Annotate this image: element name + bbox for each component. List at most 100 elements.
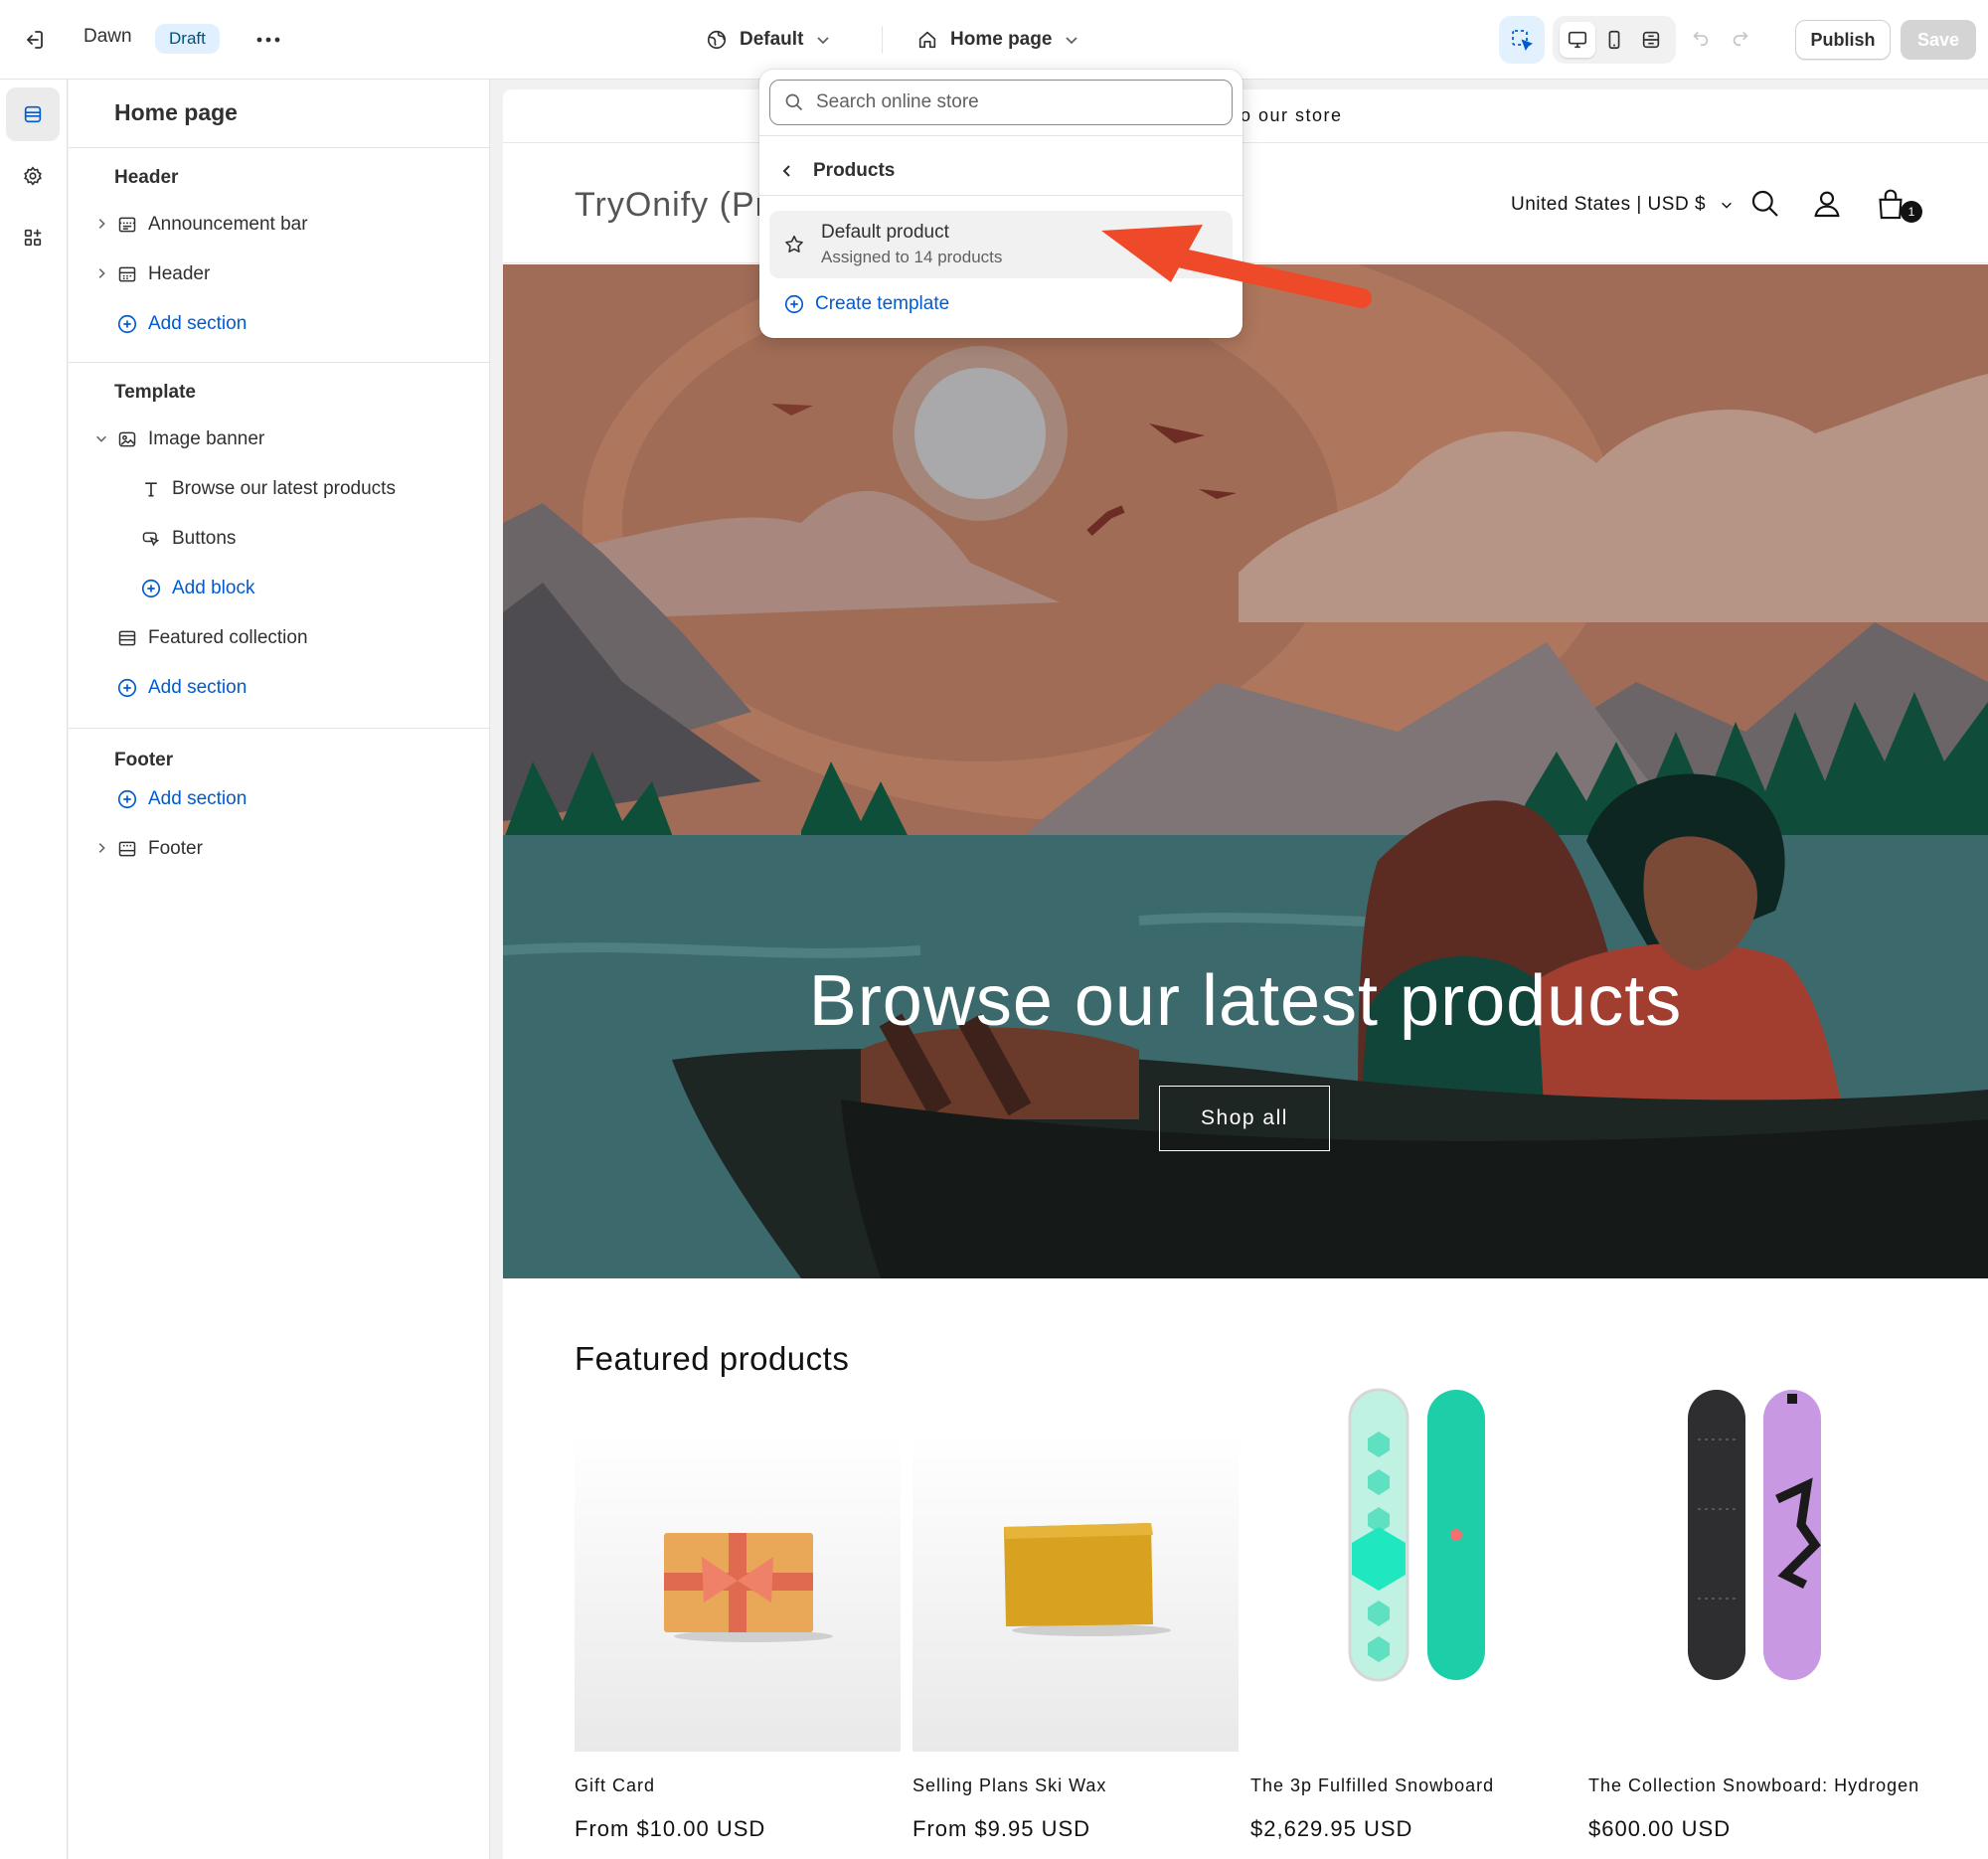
page-select[interactable]: Home page xyxy=(916,22,1079,58)
store-preview: o our store TryOnify (Pro United States … xyxy=(503,89,1988,1859)
topbar-divider xyxy=(882,26,883,54)
product-name[interactable]: Gift Card xyxy=(575,1775,901,1796)
more-actions-button[interactable] xyxy=(250,22,286,58)
ski-wax-image xyxy=(912,1436,1239,1752)
product-image[interactable] xyxy=(575,1436,901,1752)
theme-variant-select[interactable]: Default xyxy=(706,22,831,58)
block-label: Browse our latest products xyxy=(172,478,396,499)
chevron-down-icon[interactable] xyxy=(94,431,108,445)
product-card[interactable]: Gift Card From $10.00 USD xyxy=(575,1436,901,1842)
ellipsis-icon xyxy=(256,37,280,43)
cart-count-badge: 1 xyxy=(1901,201,1922,223)
add-section-button-header[interactable]: Add section xyxy=(116,304,247,344)
inspector-toggle[interactable] xyxy=(1499,16,1545,64)
header-section-icon xyxy=(116,263,138,285)
undo-icon[interactable] xyxy=(1690,26,1712,48)
history-controls xyxy=(1690,26,1751,48)
add-section-label: Add section xyxy=(148,313,248,334)
locale-label: United States | USD $ xyxy=(1511,194,1707,215)
add-block-label: Add block xyxy=(172,578,255,598)
product-name[interactable]: Selling Plans Ski Wax xyxy=(912,1775,1239,1796)
save-button[interactable]: Save xyxy=(1901,20,1976,60)
snowboard-image xyxy=(1688,1390,1821,1680)
sections-icon xyxy=(24,105,42,123)
product-image[interactable] xyxy=(912,1436,1239,1752)
theme-variant-label: Default xyxy=(740,29,804,50)
product-name[interactable]: The Collection Snowboard: Hydrogen xyxy=(1588,1775,1918,1796)
announcement-bar-icon xyxy=(116,214,138,236)
plus-circle-icon xyxy=(140,578,162,599)
product-card[interactable]: Selling Plans Ski Wax From $9.95 USD xyxy=(912,1436,1239,1842)
add-block-button[interactable]: Add block xyxy=(140,569,254,608)
exit-icon xyxy=(27,31,43,49)
publish-button[interactable]: Publish xyxy=(1795,20,1891,60)
store-logo-text[interactable]: TryOnify (Pro xyxy=(575,186,787,225)
theme-name: Dawn xyxy=(83,26,132,47)
block-label: Buttons xyxy=(172,528,237,549)
search-input[interactable]: Search online store xyxy=(769,80,1233,125)
section-header[interactable]: Header xyxy=(98,254,210,294)
featured-products-heading: Featured products xyxy=(575,1340,850,1377)
section-footer[interactable]: Footer xyxy=(98,829,203,869)
divider xyxy=(759,135,1242,136)
account-icon[interactable] xyxy=(1811,188,1843,220)
fullscreen-view-button[interactable] xyxy=(1633,22,1669,58)
image-banner[interactable]: Browse our latest products Shop all xyxy=(503,264,1988,1278)
add-section-button-template[interactable]: Add section xyxy=(116,668,247,708)
section-label: Announcement bar xyxy=(148,214,308,235)
chevron-right-icon[interactable] xyxy=(94,217,108,231)
chevron-down-icon xyxy=(817,37,830,45)
star-icon xyxy=(785,235,803,254)
footer-section-icon xyxy=(116,838,138,860)
locale-selector[interactable]: United States | USD $ xyxy=(1511,194,1734,216)
text-icon xyxy=(140,478,162,500)
shop-all-button[interactable]: Shop all xyxy=(1159,1086,1330,1151)
product-image[interactable] xyxy=(1250,1380,1576,1752)
block-buttons[interactable]: Buttons xyxy=(140,519,236,559)
rail-sections-button[interactable] xyxy=(6,87,60,141)
hero-heading[interactable]: Browse our latest products xyxy=(503,960,1988,1042)
mobile-icon xyxy=(1608,30,1620,50)
plus-circle-icon xyxy=(116,677,138,699)
section-announcement-bar[interactable]: Announcement bar xyxy=(98,205,308,245)
image-icon xyxy=(116,428,138,450)
create-template-button[interactable]: Create template xyxy=(783,288,949,320)
section-image-banner[interactable]: Image banner xyxy=(96,420,264,459)
chevron-down-icon xyxy=(1722,202,1732,209)
divider xyxy=(69,362,490,363)
section-featured-collection[interactable]: Featured collection xyxy=(116,618,308,658)
page-title: Home page xyxy=(114,99,238,125)
chevron-right-icon[interactable] xyxy=(94,266,108,280)
template-option-subtitle: Assigned to 14 products xyxy=(821,248,1003,266)
template-option-title: Default product xyxy=(821,222,949,243)
product-name[interactable]: The 3p Fulfilled Snowboard xyxy=(1250,1775,1576,1796)
mobile-view-button[interactable] xyxy=(1596,22,1632,58)
section-label: Footer xyxy=(148,838,203,859)
announcement-text: o our store xyxy=(1241,105,1343,125)
product-image[interactable] xyxy=(1588,1380,1914,1752)
back-label: Products xyxy=(813,160,896,181)
chevron-right-icon[interactable] xyxy=(94,841,108,855)
desktop-view-button[interactable] xyxy=(1559,22,1595,58)
product-price: $2,629.95 USD xyxy=(1250,1816,1413,1841)
add-section-button-footer[interactable]: Add section xyxy=(116,779,247,819)
back-to-products-button[interactable]: Products xyxy=(779,153,895,189)
globe-icon xyxy=(707,30,727,50)
annotation-arrow xyxy=(1101,225,1372,308)
search-icon[interactable] xyxy=(1749,188,1781,220)
block-heading[interactable]: Browse our latest products xyxy=(140,469,396,509)
divider xyxy=(69,728,490,729)
exit-button[interactable] xyxy=(14,20,54,60)
product-card[interactable]: The Collection Snowboard: Hydrogen $600.… xyxy=(1588,1390,1918,1842)
redo-icon[interactable] xyxy=(1730,26,1751,48)
product-price: From $9.95 USD xyxy=(912,1816,1091,1841)
rail-apps-button[interactable] xyxy=(6,211,60,264)
divider xyxy=(69,147,490,148)
plus-circle-icon xyxy=(116,788,138,810)
product-card[interactable]: The 3p Fulfilled Snowboard $2,629.95 USD xyxy=(1250,1388,1576,1842)
search-placeholder: Search online store xyxy=(816,91,979,112)
rail-settings-button[interactable] xyxy=(6,149,60,203)
announcement-bar[interactable]: o our store xyxy=(503,89,1988,143)
editor-topbar: Dawn Draft Default Home page Publish Sav… xyxy=(0,0,1988,80)
apps-icon xyxy=(24,229,42,247)
